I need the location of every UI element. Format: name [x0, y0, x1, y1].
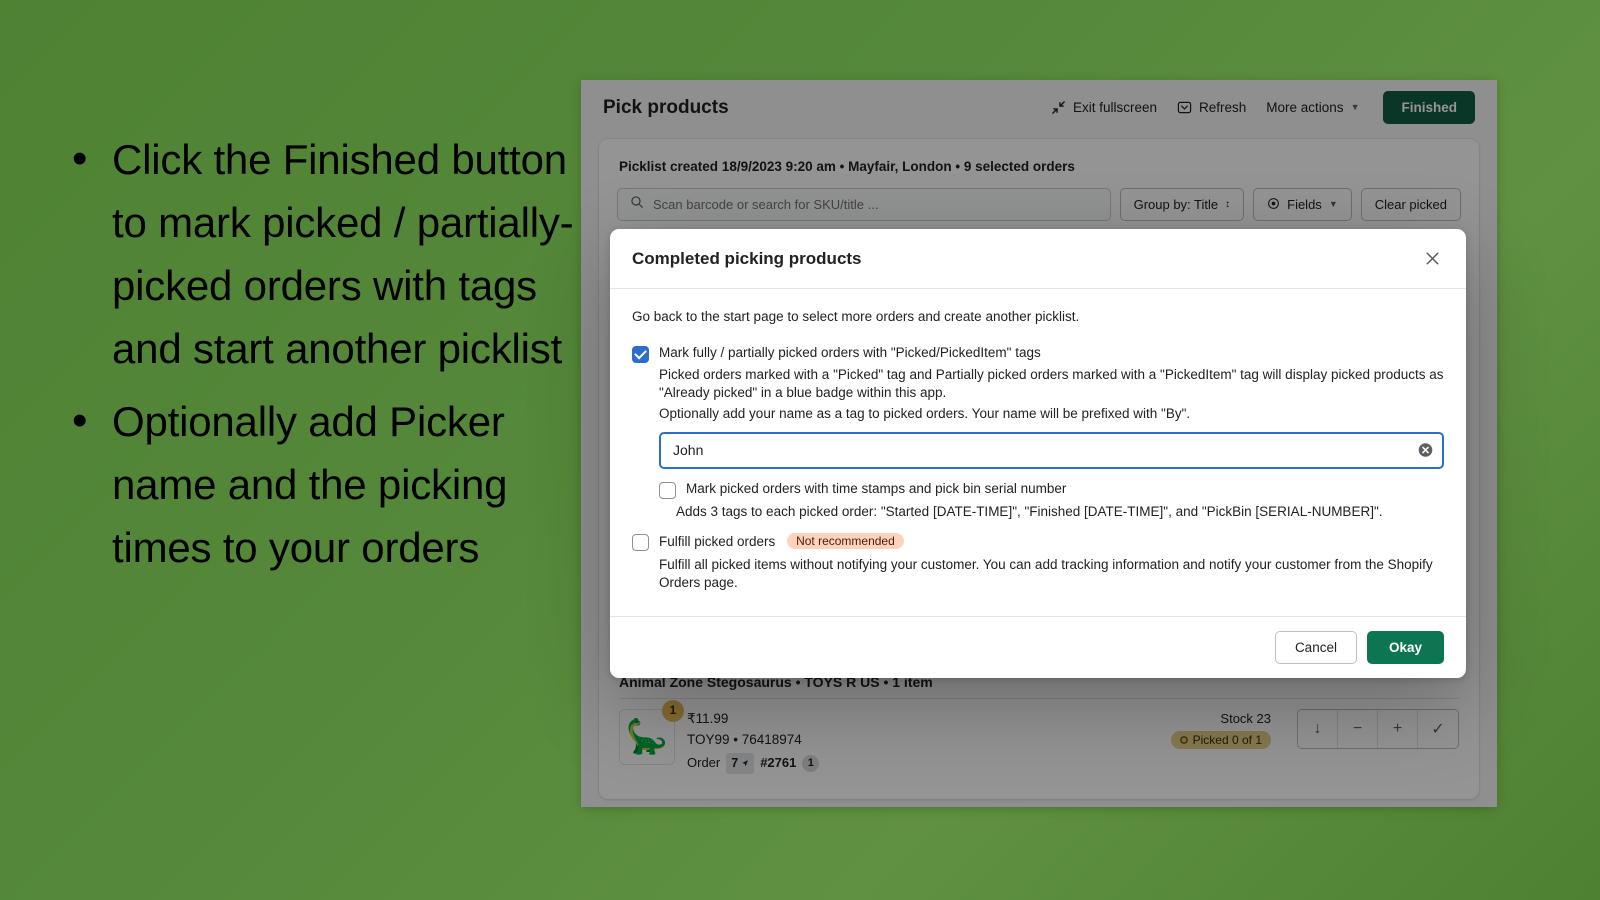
okay-button[interactable]: Okay [1366, 630, 1444, 664]
fields-label: Fields [1287, 197, 1322, 212]
group-by-button[interactable]: Group by: Title ↕ [1119, 188, 1245, 221]
stock-column: Stock 23 Picked 0 of 1 [1170, 709, 1271, 749]
more-actions-button[interactable]: More actions ▼ [1266, 100, 1359, 115]
search-input[interactable] [653, 197, 1098, 212]
modal-body: Go back to the start page to select more… [610, 289, 1466, 616]
exit-fullscreen-button[interactable]: Exit fullscreen [1051, 100, 1157, 115]
page-title: Pick products [603, 96, 729, 118]
chevron-down-icon: ▼ [1350, 102, 1360, 112]
mark-tags-checkbox[interactable] [632, 346, 649, 363]
stock-label: Stock 23 [1220, 711, 1271, 726]
timestamps-label: Mark picked orders with time stamps and … [686, 480, 1067, 496]
product-price: ₹11.99 [687, 711, 729, 726]
refresh-icon [1177, 100, 1192, 115]
bullet-marker: • [72, 396, 88, 445]
modal-footer: Cancel Okay [610, 615, 1466, 678]
instruction-list: • Click the Finished button to mark pick… [54, 128, 574, 589]
mark-tags-label: Mark fully / partially picked orders wit… [659, 345, 1041, 360]
option-fulfill: Fulfill picked orders Not recommended Fu… [632, 532, 1444, 592]
refresh-label: Refresh [1198, 100, 1247, 115]
exit-fullscreen-icon [1051, 100, 1066, 115]
increment-button[interactable]: + [1378, 710, 1418, 748]
timestamps-checkbox[interactable] [659, 481, 676, 499]
option-mark-tags: Mark fully / partially picked orders wit… [632, 345, 1444, 469]
app-topbar: Pick products Exit fullscreen Refresh Mo… [581, 80, 1497, 135]
topbar-actions: Exit fullscreen Refresh More actions ▼ F… [1051, 91, 1475, 124]
more-actions-label: More actions [1266, 100, 1344, 115]
product-info: ₹11.99 TOY99 • 76418974 Order 7 #2761 1 [687, 709, 1159, 775]
clear-circle-icon[interactable] [1417, 442, 1434, 459]
close-icon[interactable] [1421, 247, 1444, 270]
product-sku: TOY99 • 76418974 [687, 731, 802, 747]
order-qty: 1 [802, 755, 820, 773]
search-field[interactable] [617, 188, 1111, 221]
confirm-button[interactable]: ✓ [1418, 710, 1458, 748]
finished-button[interactable]: Finished [1383, 91, 1475, 124]
instruction-text-1: Click the Finished button to mark picked… [112, 136, 574, 372]
sort-updown-icon: ↕ [1225, 198, 1231, 210]
cancel-button[interactable]: Cancel [1274, 630, 1357, 664]
fulfill-label-wrap: Fulfill picked orders Not recommended [659, 532, 904, 549]
completed-picking-modal: Completed picking products Go back to th… [610, 229, 1466, 678]
status-dot-icon [1179, 736, 1188, 744]
picklist-toolbar: Group by: Title ↕ Fields ▼ Clear picked [599, 188, 1479, 221]
fields-icon [1267, 197, 1280, 213]
order-reference: Order 7 #2761 1 [687, 752, 1159, 775]
instruction-text-2: Optionally add Picker name and the picki… [112, 398, 508, 571]
modal-intro-text: Go back to the start page to select more… [632, 309, 1080, 324]
not-recommended-badge: Not recommended [787, 532, 904, 549]
order-chip: 7 [726, 752, 755, 775]
fulfill-label: Fulfill picked orders [659, 533, 776, 549]
order-label: Order [687, 755, 721, 771]
bullet-marker: • [72, 134, 88, 183]
modal-title: Completed picking products [632, 248, 862, 268]
timestamps-help: Adds 3 tags to each picked order: "Start… [676, 503, 1383, 519]
list-item[interactable]: 🦕 1 ₹11.99 TOY99 • 76418974 Order 7 #276… [619, 699, 1459, 775]
decrement-button[interactable]: − [1338, 710, 1378, 748]
skip-button[interactable]: ↓ [1298, 710, 1338, 748]
group-by-label: Group by: Title [1133, 197, 1219, 212]
picklist-meta: Picklist created 18/9/2023 9:20 am • May… [619, 159, 1075, 174]
fulfill-checkbox[interactable] [632, 533, 649, 551]
order-chip-count: 7 [731, 755, 739, 770]
order-number: #2761 [760, 755, 797, 771]
fields-button[interactable]: Fields ▼ [1253, 188, 1352, 221]
search-icon [630, 195, 644, 214]
picked-status-badge: Picked 0 of 1 [1170, 731, 1271, 749]
product-group-header: Animal Zone Stegosaurus • TOYS R US • 1 … [619, 674, 1459, 699]
picker-name-field-wrap [659, 431, 1444, 469]
chevron-down-icon: ▼ [1328, 199, 1338, 209]
picked-status-label: Picked 0 of 1 [1192, 733, 1262, 747]
instruction-bullet: • Click the Finished button to mark pick… [54, 128, 574, 380]
instruction-bullet: • Optionally add Picker name and the pic… [54, 390, 574, 579]
modal-header: Completed picking products [610, 229, 1466, 289]
product-thumbnail: 🦕 1 [619, 700, 684, 765]
quantity-stepper[interactable]: ↓ − + ✓ [1297, 709, 1459, 749]
mark-tags-help-2: Optionally add your name as a tag to pic… [659, 405, 1191, 421]
option-timestamps: Mark picked orders with time stamps and … [632, 481, 1444, 521]
picker-name-input[interactable] [659, 431, 1444, 469]
fulfill-help: Fulfill all picked items without notifyi… [659, 556, 1433, 590]
product-qty-badge: 1 [662, 700, 684, 722]
clear-picked-button[interactable]: Clear picked [1360, 188, 1461, 221]
mark-tags-help-1: Picked orders marked with a "Picked" tag… [659, 367, 1444, 400]
refresh-button[interactable]: Refresh [1177, 100, 1246, 115]
exit-fullscreen-label: Exit fullscreen [1072, 100, 1157, 115]
clear-picked-label: Clear picked [1374, 197, 1447, 212]
